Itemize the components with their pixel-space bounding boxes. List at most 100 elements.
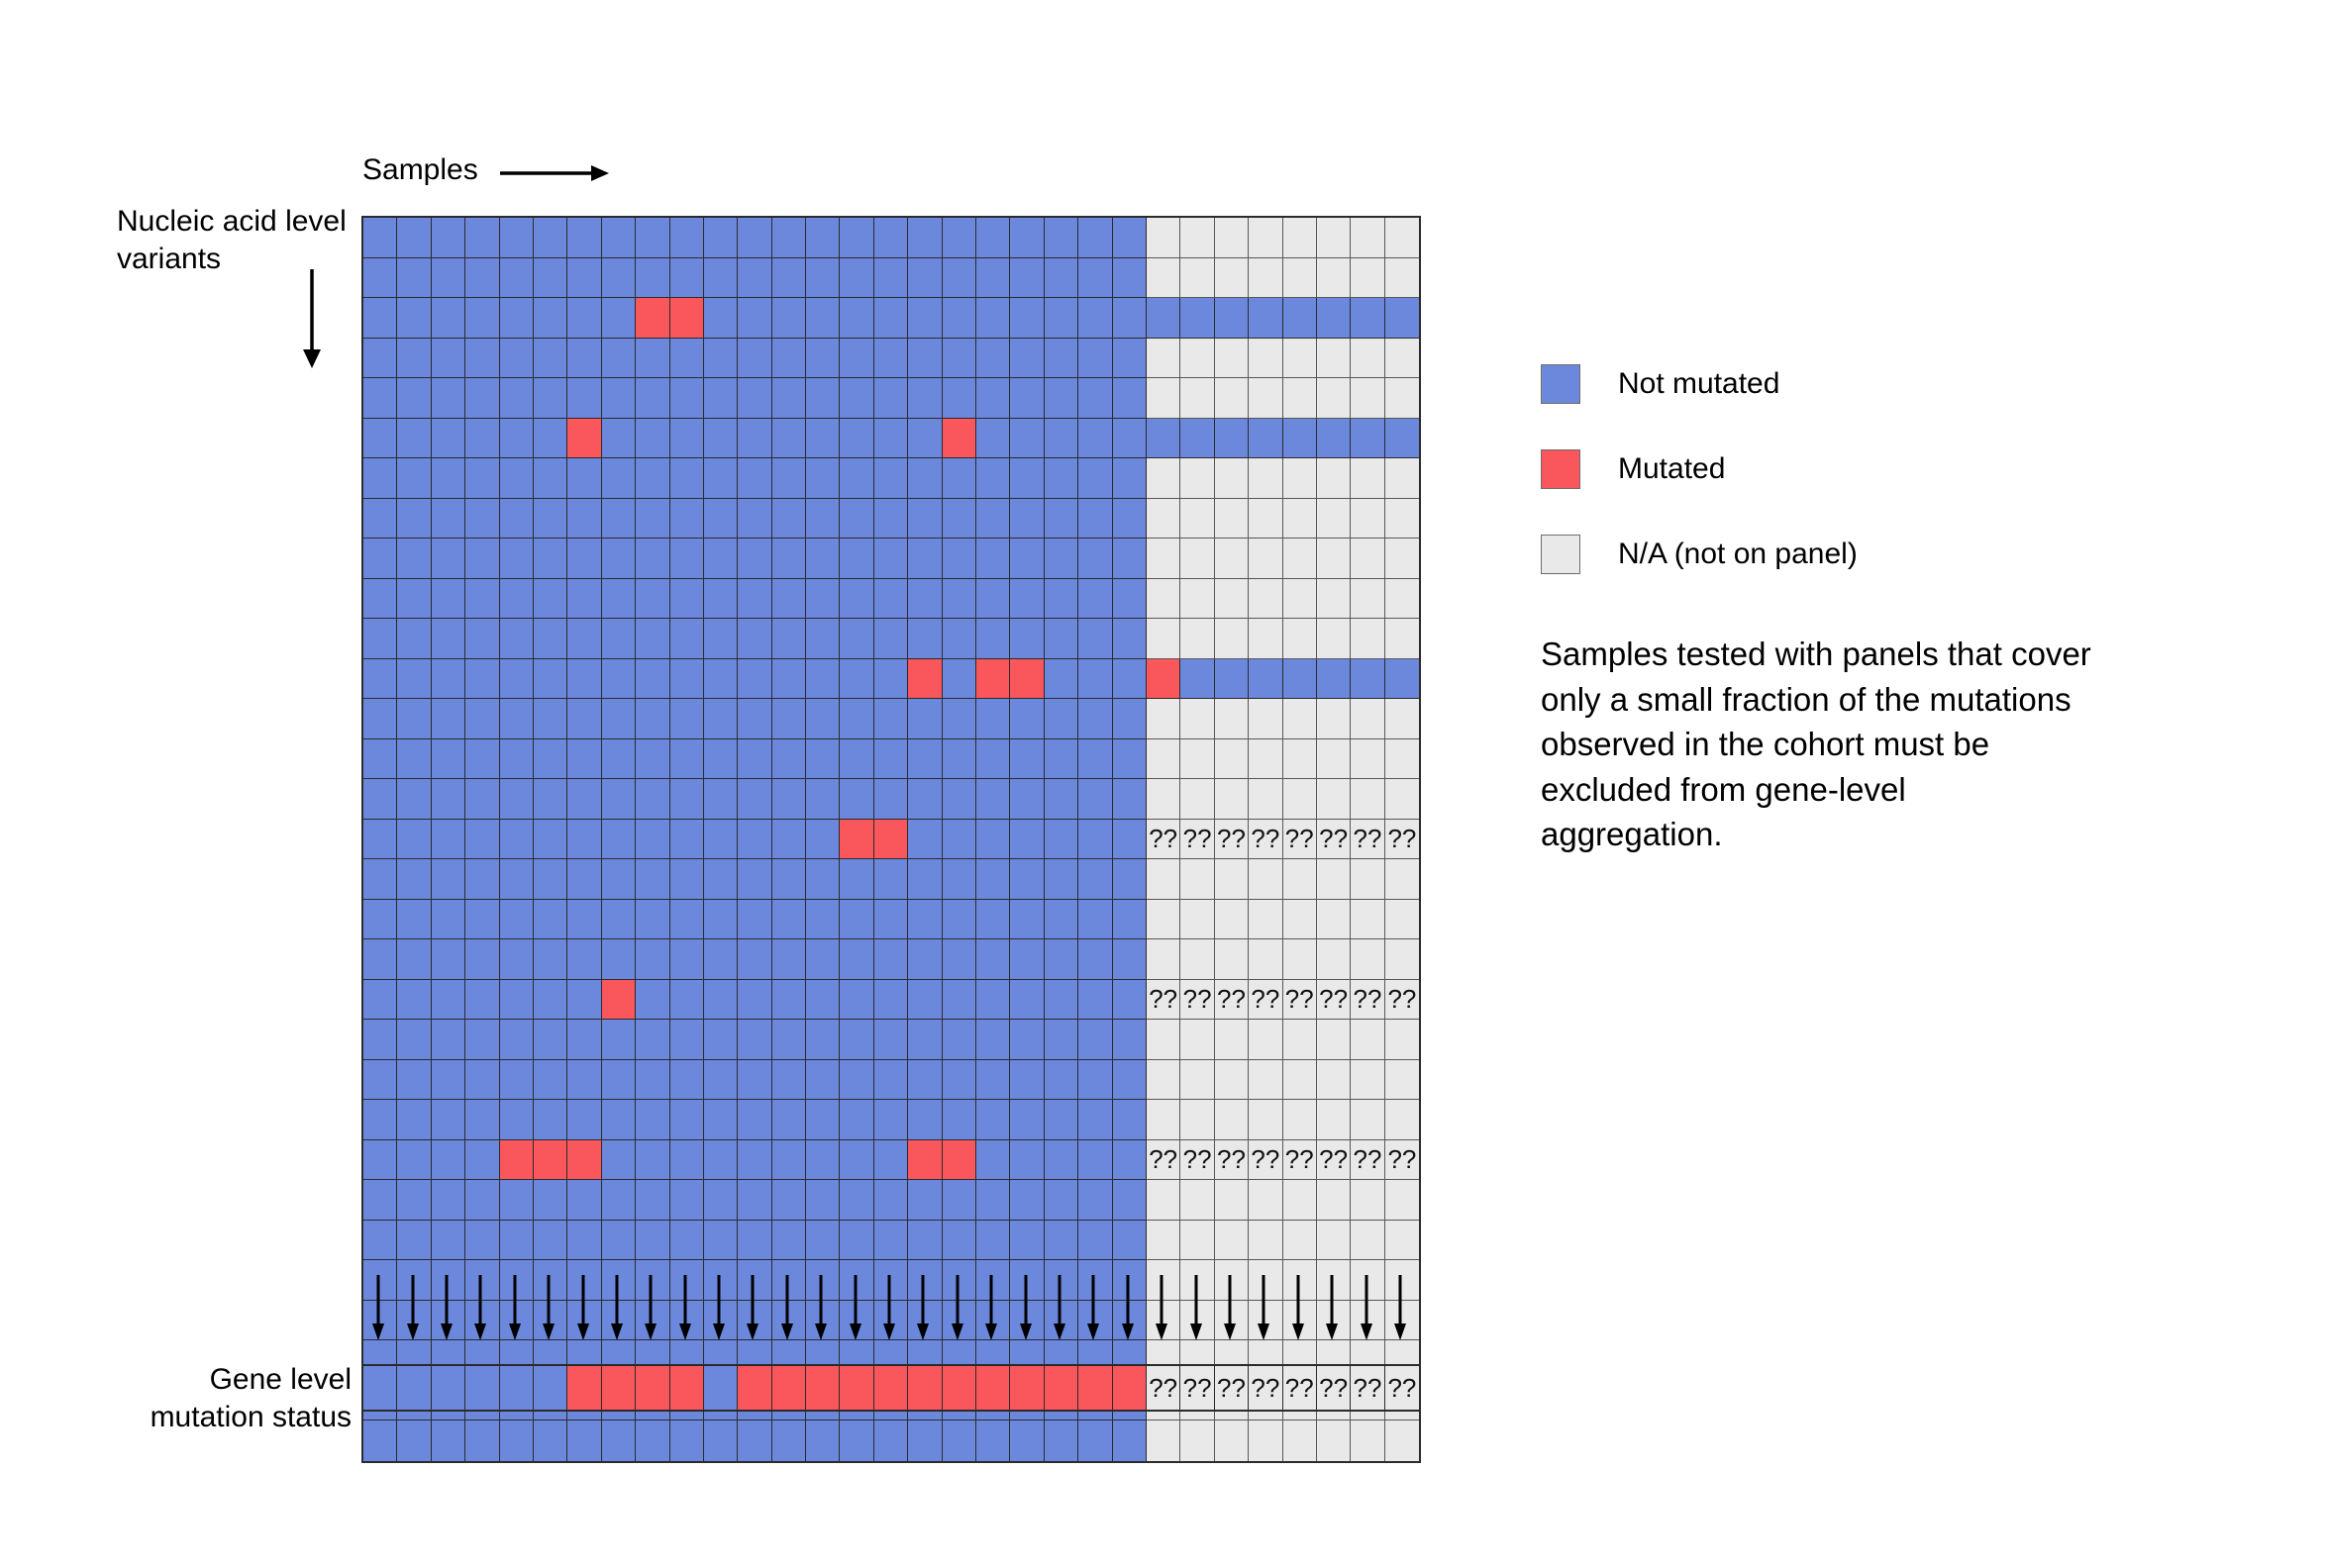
- heatmap-cell: [908, 1139, 943, 1180]
- heatmap-cell: [806, 418, 841, 458]
- heatmap-cell: [1384, 218, 1420, 258]
- heatmap-cell: [465, 1139, 500, 1180]
- heatmap-cell: [1112, 539, 1147, 579]
- heatmap-cell: [1316, 699, 1352, 739]
- heatmap-cell: [942, 1421, 977, 1461]
- heatmap-cell: [1351, 1220, 1385, 1260]
- legend-swatch-blue: [1541, 364, 1580, 404]
- heatmap-cell: [840, 1100, 874, 1140]
- heatmap-cell: [397, 1059, 432, 1100]
- heatmap-cell: [1249, 859, 1283, 900]
- gene-level-cell: [363, 1366, 398, 1410]
- heatmap-cell: [806, 1020, 841, 1060]
- heatmap-cell: [1351, 1100, 1385, 1140]
- heatmap-cell: [567, 257, 602, 298]
- heatmap-cell: [601, 1100, 637, 1140]
- heatmap-cell: [976, 699, 1011, 739]
- heatmap-cell: [431, 539, 466, 579]
- heatmap-cell: [636, 539, 670, 579]
- aggregation-arrow-icon: [872, 1275, 906, 1346]
- heatmap-cell: [1010, 1180, 1045, 1221]
- heatmap-cell: [771, 738, 807, 779]
- heatmap-cell: ?: [1316, 979, 1352, 1020]
- heatmap-cell: [601, 539, 637, 579]
- heatmap-cell: [771, 218, 807, 258]
- heatmap-cell: [431, 458, 466, 499]
- heatmap-cell: [499, 578, 534, 619]
- gene-level-cell: [873, 1366, 909, 1410]
- heatmap-cell: [840, 458, 874, 499]
- heatmap-cell: [601, 658, 637, 699]
- gene-level-status-label: Gene level mutation status: [150, 1363, 352, 1434]
- legend-item: N/A (not on panel): [1541, 512, 1858, 597]
- heatmap-cell: [1044, 338, 1079, 378]
- gene-level-cell: ?: [1384, 1366, 1420, 1410]
- heatmap-cell: [1214, 378, 1250, 419]
- gene-level-cell: ?: [1180, 1366, 1215, 1410]
- heatmap-cell: [1351, 257, 1385, 298]
- heatmap-cell: [431, 979, 466, 1020]
- heatmap-cell: [567, 338, 602, 378]
- heatmap-cell: [1044, 738, 1079, 779]
- heatmap-cell: [636, 899, 670, 939]
- heatmap-cell: [738, 1220, 772, 1260]
- heatmap-cell: [806, 979, 841, 1020]
- legend-item: Not mutated: [1541, 342, 1858, 427]
- heatmap-cell: [431, 939, 466, 980]
- heatmap-cell: [1044, 298, 1079, 339]
- heatmap-cell: [942, 458, 977, 499]
- heatmap-cell: [1010, 1020, 1045, 1060]
- heatmap-cell: [942, 578, 977, 619]
- heatmap-cell: [1044, 498, 1079, 539]
- aggregation-arrow-icon: [634, 1275, 667, 1346]
- heatmap-cell: [703, 1421, 739, 1461]
- heatmap-cell: [601, 378, 637, 419]
- aggregation-arrow-icon: [532, 1275, 565, 1346]
- heatmap-cell: [499, 1421, 534, 1461]
- heatmap-cell: [601, 738, 637, 779]
- heatmap-cell: [1180, 1020, 1215, 1060]
- gene-level-cell: ?: [1214, 1366, 1250, 1410]
- heatmap-cell: [738, 619, 772, 659]
- heatmap-cell: [908, 578, 943, 619]
- heatmap-cell: [567, 1020, 602, 1060]
- heatmap-cell: [431, 779, 466, 820]
- heatmap-cell: [1112, 859, 1147, 900]
- heatmap-cell: [1316, 899, 1352, 939]
- heatmap-cell: [873, 619, 909, 659]
- heatmap-cell: [806, 819, 841, 859]
- heatmap-cell: [669, 658, 704, 699]
- heatmap-cell: [908, 658, 943, 699]
- heatmap-cell: [1180, 738, 1215, 779]
- heatmap-cell: [1078, 1220, 1113, 1260]
- heatmap-cell: [1146, 418, 1181, 458]
- heatmap-cell: [1078, 298, 1113, 339]
- heatmap-cell: ?: [1249, 979, 1283, 1020]
- heatmap-cell: [636, 779, 670, 820]
- heatmap-cell: [806, 1059, 841, 1100]
- heatmap-cell: [465, 1180, 500, 1221]
- heatmap-cell: [1249, 658, 1283, 699]
- heatmap-cell: [499, 218, 534, 258]
- heatmap-cell: [1010, 899, 1045, 939]
- heatmap-cell: [1112, 1180, 1147, 1221]
- heatmap-cell: [703, 819, 739, 859]
- heatmap-cell: [601, 338, 637, 378]
- heatmap-cell: [499, 1220, 534, 1260]
- heatmap-cell: [533, 578, 568, 619]
- heatmap-cell: [976, 338, 1011, 378]
- heatmap-cell: [431, 658, 466, 699]
- aggregation-arrow-icon: [498, 1275, 532, 1346]
- heatmap-cell: [431, 1100, 466, 1140]
- heatmap-cell: [703, 418, 739, 458]
- heatmap-cell: [1282, 298, 1317, 339]
- heatmap-cell: [363, 859, 398, 900]
- heatmap-cell: [908, 338, 943, 378]
- heatmap-cell: ?: [1249, 1139, 1283, 1180]
- heatmap-cell: [1214, 779, 1250, 820]
- heatmap-cell: [1078, 658, 1113, 699]
- heatmap-cell: [397, 298, 432, 339]
- heatmap-cell: [806, 939, 841, 980]
- heatmap-cell: [703, 378, 739, 419]
- heatmap-cell: [771, 1421, 807, 1461]
